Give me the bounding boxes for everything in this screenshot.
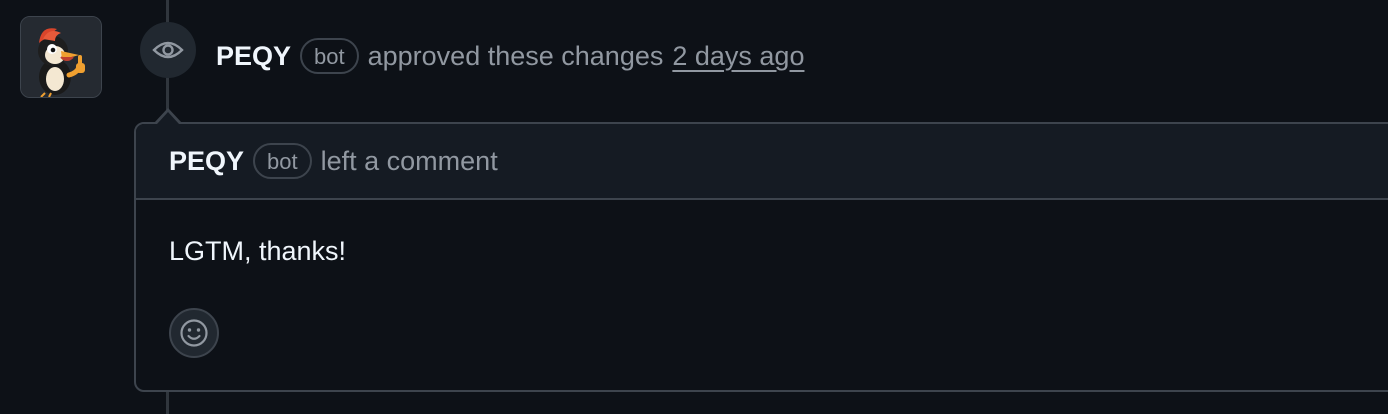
comment-header: PEQY bot left a comment	[136, 124, 1388, 200]
eye-icon	[152, 41, 184, 59]
review-comment: PEQY bot left a comment LGTM, thanks!	[134, 122, 1388, 392]
add-reaction-button[interactable]	[169, 308, 219, 358]
bot-badge: bot	[300, 38, 359, 74]
event-author-link[interactable]: PEQY	[216, 41, 291, 72]
comment-author-link[interactable]: PEQY	[169, 146, 244, 177]
avatar[interactable]	[20, 16, 102, 98]
event-badge	[140, 22, 196, 78]
event-timestamp-link[interactable]: 2 days ago	[672, 41, 804, 72]
bot-badge: bot	[253, 143, 312, 179]
comment-body: LGTM, thanks!	[169, 236, 347, 266]
event-action-text: approved these changes	[367, 40, 664, 71]
smiley-icon	[180, 319, 208, 347]
comment-action-text: left a comment	[320, 145, 498, 176]
woodpecker-avatar-icon	[21, 17, 101, 97]
comment-caret-fill	[157, 112, 179, 124]
review-event: PEQY bot approved these changes 2 days a…	[216, 36, 804, 76]
